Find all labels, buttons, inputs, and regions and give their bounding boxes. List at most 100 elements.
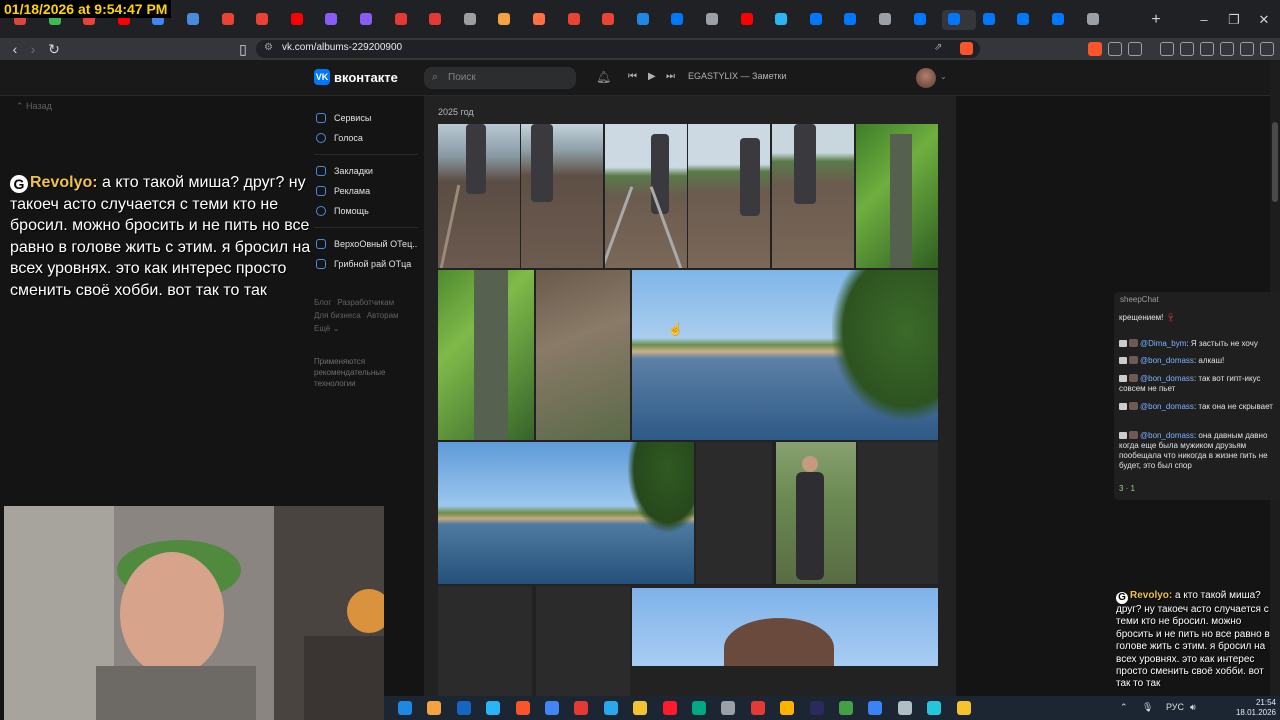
taskbar-app-icon[interactable] <box>868 701 883 715</box>
browser-tab[interactable] <box>319 10 347 30</box>
menu-item-bookmarks[interactable]: Закладки <box>314 161 418 181</box>
wallet-icon[interactable] <box>1200 42 1214 56</box>
taskbar-app-icon[interactable] <box>456 701 471 715</box>
next-track-icon[interactable]: ⏭ <box>666 71 675 82</box>
taskbar-app-icon[interactable] <box>692 701 706 715</box>
taskbar-app-icon[interactable] <box>545 701 559 715</box>
extensions-icon[interactable] <box>1108 42 1122 56</box>
browser-tab[interactable] <box>665 10 693 30</box>
taskbar-app-icon[interactable] <box>927 701 942 715</box>
new-tab-button[interactable]: + <box>1146 10 1166 30</box>
play-icon[interactable]: ▶ <box>648 71 656 82</box>
brave-shield-icon[interactable] <box>960 42 973 55</box>
photo-railway-2[interactable] <box>521 124 603 268</box>
chevron-down-icon[interactable]: ⌄ <box>940 72 947 81</box>
menu-item-votes[interactable]: Голоса <box>314 128 418 148</box>
browser-tab[interactable] <box>596 10 624 30</box>
leo-ai-icon[interactable] <box>1220 42 1234 56</box>
browser-tab[interactable] <box>423 10 451 30</box>
prev-track-icon[interactable]: ⏮ <box>628 71 637 82</box>
browser-tab[interactable] <box>873 10 901 30</box>
sidebar-icon[interactable] <box>1180 42 1194 56</box>
menu-item-services[interactable]: Сервисы <box>314 108 418 128</box>
taskbar-app-icon[interactable] <box>721 701 736 715</box>
taskbar-app-icon[interactable] <box>809 701 824 715</box>
notifications-bell-icon[interactable]: 🔔︎ <box>596 70 611 84</box>
photo-placeholder[interactable] <box>438 586 532 696</box>
browser-tab[interactable] <box>492 10 520 30</box>
browser-tab[interactable] <box>527 10 555 30</box>
scrollbar-thumb[interactable] <box>1272 122 1278 202</box>
site-info-icon[interactable]: ⚙ <box>264 42 273 53</box>
vpn-icon[interactable] <box>1240 42 1254 56</box>
browser-tab[interactable] <box>389 10 417 30</box>
menu-item-group-1[interactable]: ВерхоОвный ОТец... <box>314 234 418 254</box>
photo-sky-cap[interactable] <box>632 588 938 666</box>
profile-avatar[interactable] <box>916 68 936 88</box>
footer-link-business[interactable]: Для бизнеса <box>314 311 361 320</box>
browser-tab[interactable] <box>1046 10 1074 30</box>
volume-icon[interactable]: 🔊︎ <box>1190 702 1196 713</box>
browser-tab[interactable] <box>1011 10 1039 30</box>
screenshot-icon[interactable] <box>1128 42 1142 56</box>
browser-tab[interactable] <box>838 10 866 30</box>
photo-placeholder[interactable] <box>858 442 938 584</box>
taskbar-app-icon[interactable] <box>603 701 618 715</box>
browser-tab[interactable] <box>250 10 278 30</box>
browser-tab[interactable] <box>216 10 244 30</box>
footer-link-authors[interactable]: Авторам <box>367 311 399 320</box>
brave-rewards-icon[interactable] <box>1088 42 1102 56</box>
footer-link-more[interactable]: Ещё ⌄ <box>314 324 339 333</box>
menu-item-help[interactable]: Помощь <box>314 201 418 221</box>
browser-tab[interactable] <box>908 10 936 30</box>
browser-tab[interactable] <box>769 10 797 30</box>
taskbar-app-icon[interactable] <box>780 701 795 715</box>
taskbar-app-icon[interactable] <box>427 701 442 715</box>
photo-railway-3[interactable] <box>605 124 687 268</box>
photo-placeholder[interactable] <box>696 442 772 584</box>
taskbar-app-icon[interactable] <box>750 701 765 715</box>
taskbar-app-icon[interactable] <box>956 701 971 715</box>
footer-link-developers[interactable]: Разработчикам <box>337 298 394 307</box>
browser-tab[interactable] <box>354 10 382 30</box>
browser-tab[interactable] <box>942 10 977 30</box>
taskbar-app-icon[interactable] <box>633 701 648 715</box>
menu-item-group-2[interactable]: Грибной рай ОТца <box>314 254 418 274</box>
search-input[interactable]: ⌕ Поиск <box>424 67 576 89</box>
browser-tab[interactable] <box>735 10 763 30</box>
browser-tab[interactable] <box>1081 10 1109 30</box>
taskbar-app-icon[interactable] <box>662 701 677 715</box>
photo-railway-1[interactable] <box>438 124 520 268</box>
taskbar-app-icon[interactable] <box>515 701 530 715</box>
language-indicator[interactable]: РУС <box>1166 702 1184 712</box>
taskbar-app-icon[interactable] <box>839 701 853 715</box>
browser-tab[interactable] <box>181 10 209 30</box>
photo-greenery-2[interactable] <box>438 270 534 440</box>
music-icon[interactable] <box>1160 42 1174 56</box>
vk-logo-icon[interactable]: VK <box>314 69 330 85</box>
browser-tab[interactable] <box>700 10 728 30</box>
taskbar-app-icon[interactable] <box>897 701 912 715</box>
photo-railway-5[interactable] <box>772 124 854 268</box>
minimize-button[interactable]: – <box>1192 10 1216 30</box>
taskbar-app-icon[interactable] <box>574 701 589 715</box>
forward-arrow-icon[interactable]: › <box>24 40 42 58</box>
microphone-icon[interactable]: 🎙︎ <box>1142 702 1153 713</box>
menu-item-ads[interactable]: Реклама <box>314 181 418 201</box>
photo-lake-1[interactable]: ☝ <box>632 270 938 440</box>
back-link[interactable]: ⌃ Назад <box>16 101 52 112</box>
browser-tab[interactable] <box>804 10 832 30</box>
photo-railway-4[interactable] <box>688 124 770 268</box>
reload-icon[interactable]: ↻ <box>45 40 63 58</box>
browser-tab[interactable] <box>458 10 486 30</box>
photo-lake-2[interactable] <box>438 442 694 584</box>
bookmark-icon[interactable]: ▯ <box>234 40 252 58</box>
photo-greenery-1[interactable] <box>856 124 938 268</box>
photo-placeholder[interactable] <box>536 586 630 696</box>
vk-brand[interactable]: вконтакте <box>334 70 398 85</box>
photo-camo-closeup[interactable] <box>536 270 630 440</box>
now-playing-track[interactable]: EGASTYLIX — Заметки <box>688 71 786 81</box>
taskbar-app-icon[interactable] <box>486 701 501 715</box>
taskbar-clock[interactable]: 21:54 18.01.2026 <box>1226 698 1276 718</box>
browser-tab[interactable] <box>977 10 1005 30</box>
